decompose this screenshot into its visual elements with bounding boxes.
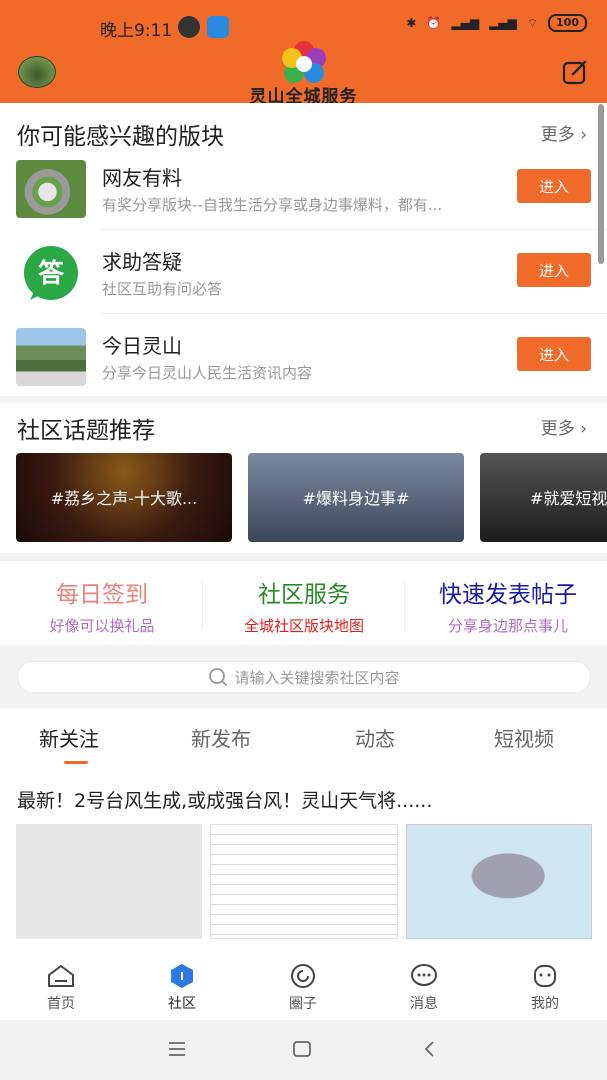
quick-entry-service[interactable]: 社区服务 全城社区版块地图: [216, 575, 392, 636]
nav-label: 我的: [531, 996, 559, 1012]
forum-name: 网友有料: [102, 166, 182, 190]
news-title[interactable]: 最新！2号台风生成,或成强台风！灵山天气将......: [17, 786, 432, 813]
active-tab-indicator: [64, 761, 88, 764]
quick-entry-checkin[interactable]: 每日签到 好像可以换礼品: [18, 575, 186, 636]
forum-name: 求助答疑: [102, 250, 182, 274]
tab-dynamic[interactable]: 动态: [355, 723, 395, 752]
chevron-right-icon: ›: [574, 125, 587, 145]
message-icon: [411, 964, 437, 986]
topic-card-duanshipin[interactable]: #就爱短视: [480, 453, 607, 542]
community-icon: [171, 964, 193, 988]
divider: [404, 580, 405, 630]
home-button-icon[interactable]: [292, 1040, 312, 1058]
enter-button-jinri[interactable]: 进入: [517, 337, 591, 371]
quick-entry-title: 每日签到: [56, 582, 148, 608]
divider: [202, 580, 203, 630]
search-icon: [209, 668, 228, 686]
topic-card-lixiang[interactable]: #荔乡之声-十大歌...: [16, 453, 232, 542]
interest-section: 你可能感兴趣的版块 更多 › 网友有料 有奖分享版块--自我生活分享或身边事爆料…: [0, 103, 607, 396]
menu-icon[interactable]: [167, 1040, 187, 1058]
tab-new-follow[interactable]: 新关注: [39, 723, 99, 752]
wifi-icon: ⌔: [526, 15, 539, 30]
app-notification-icon-2: [207, 16, 229, 38]
quick-entry-sub: 分享身边那点事儿: [447, 617, 568, 635]
more-label: 更多: [540, 125, 575, 145]
chevron-right-icon: ›: [574, 419, 587, 439]
home-icon: [48, 965, 74, 987]
quick-entry-sub: 好像可以换礼品: [49, 617, 155, 635]
forum-row-qiuzhu[interactable]: 答 求助答疑 社区互助有问必答 进入: [0, 230, 607, 314]
topics-more-link[interactable]: 更多 ›: [541, 414, 587, 439]
forum-desc: 有奖分享版块--自我生活分享或身边事爆料，都有...: [102, 196, 443, 214]
nav-community[interactable]: 社区: [147, 963, 217, 1013]
search-input[interactable]: 请输入关键搜索社区内容: [17, 661, 591, 693]
topic-label: #就爱短视: [530, 489, 607, 508]
status-icons: ✱ ⏰ ▂▄▆ ▂▄▆ ⌔ 100: [406, 14, 587, 32]
app-notification-icon: [178, 16, 200, 38]
bluetooth-icon: ✱: [406, 16, 417, 30]
alarm-icon: ⏰: [426, 16, 442, 30]
nav-home[interactable]: 首页: [26, 963, 96, 1013]
app-header: 晚上9:11 ✱ ⏰ ▂▄▆ ▂▄▆ ⌔ 100 灵山全城服务: [0, 0, 607, 107]
more-label: 更多: [540, 419, 575, 439]
forum-row-wangyou[interactable]: 网友有料 有奖分享版块--自我生活分享或身边事爆料，都有... 进入: [0, 146, 607, 230]
quick-entry-title: 快速发表帖子: [439, 582, 577, 608]
nav-label: 社区: [168, 996, 196, 1012]
quick-entry-sub: 全城社区版块地图: [243, 617, 364, 635]
forum-thumb-jinri: [16, 328, 86, 386]
quick-entry-title: 社区服务: [258, 582, 350, 608]
signal-icon-2: ▂▄▆: [489, 16, 517, 30]
enter-button-wangyou[interactable]: 进入: [517, 169, 591, 203]
forum-row-jinri[interactable]: 今日灵山 分享今日灵山人民生活资讯内容 进入: [0, 314, 607, 398]
forum-desc: 分享今日灵山人民生活资讯内容: [102, 364, 313, 382]
nav-circle[interactable]: 圈子: [268, 963, 338, 1013]
search-placeholder: 请输入关键搜索社区内容: [234, 668, 400, 687]
enter-button-qiuzhu[interactable]: 进入: [517, 253, 591, 287]
status-time: 晚上9:11: [100, 21, 173, 41]
system-nav-bar: [0, 1020, 607, 1080]
tab-short-video[interactable]: 短视频: [494, 723, 554, 752]
bottom-nav: 首页 社区 圈子 消息 我的: [0, 955, 607, 1020]
nav-messages[interactable]: 消息: [389, 963, 459, 1013]
scrollbar[interactable]: [598, 104, 604, 264]
nav-label: 圈子: [289, 996, 317, 1012]
news-image-1[interactable]: [16, 824, 202, 939]
profile-icon: [534, 965, 556, 987]
forum-thumb-wangyou: [16, 160, 86, 218]
topic-label: #荔乡之声-十大歌...: [50, 489, 198, 508]
battery-indicator: 100: [548, 14, 587, 32]
quick-entry-post[interactable]: 快速发表帖子 分享身边那点事儿: [410, 575, 606, 636]
nav-profile[interactable]: 我的: [510, 963, 580, 1013]
topic-label: #爆料身边事#: [302, 489, 410, 508]
nav-label: 首页: [47, 996, 75, 1012]
circle-icon: [291, 964, 315, 988]
topics-section-title: 社区话题推荐: [17, 418, 155, 444]
topic-card-baoliao[interactable]: #爆料身边事#: [248, 453, 464, 542]
forum-thumb-qiuzhu: 答: [16, 244, 86, 302]
forum-desc: 社区互助有问必答: [102, 280, 223, 298]
nav-label: 消息: [410, 996, 438, 1012]
answer-icon: 答: [24, 246, 78, 300]
news-image-3[interactable]: [406, 824, 592, 939]
forum-name: 今日灵山: [102, 334, 182, 358]
news-image-2[interactable]: [210, 824, 398, 939]
app-logo-icon: [282, 41, 326, 83]
answer-icon-text: 答: [38, 258, 65, 289]
back-icon[interactable]: [420, 1040, 440, 1058]
edit-post-icon[interactable]: [561, 58, 589, 86]
signal-icon: ▂▄▆: [451, 16, 480, 30]
interest-more-link[interactable]: 更多 ›: [541, 120, 587, 145]
tab-new-publish[interactable]: 新发布: [191, 723, 251, 752]
